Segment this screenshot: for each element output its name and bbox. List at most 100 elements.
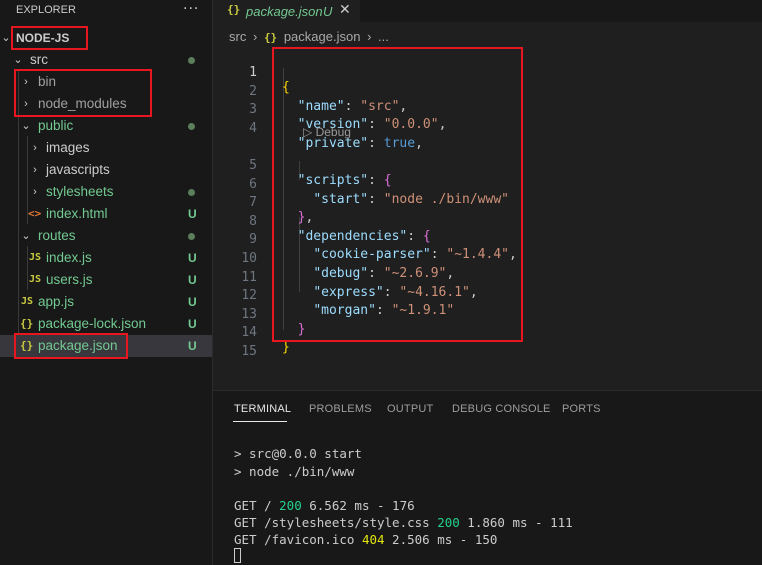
tab-label: package.json: [246, 4, 323, 19]
code-line: 15: [213, 329, 762, 359]
untracked-badge: U: [188, 273, 197, 287]
tree-item-label: src: [30, 52, 48, 67]
code-line: 11 "express": "~4.16.1",: [213, 255, 762, 300]
chevron-down-icon: ⌄: [21, 120, 31, 132]
json-file-icon: {}: [20, 317, 34, 330]
code-line: 9 "cookie-parser": "~1.4.4",: [213, 217, 762, 262]
bottom-panel: TERMINAL PROBLEMS OUTPUT DEBUG CONSOLE P…: [213, 390, 762, 565]
terminal-line: GET /favicon.ico 404 2.506 ms - 150: [234, 532, 498, 547]
code-line: 12 "morgan": "~1.9.1": [213, 273, 762, 318]
tree-item-node-modules[interactable]: › node_modules: [0, 93, 212, 115]
code-line: 7 },: [213, 180, 762, 225]
status-code: 404: [361, 532, 385, 547]
debug-codelens[interactable]: ▷ Debug: [303, 125, 351, 139]
untracked-badge: U: [188, 251, 197, 265]
terminal-line: > src@0.0.0 start: [234, 446, 362, 461]
terminal-line: > node ./bin/www: [234, 464, 355, 479]
modified-dot-icon: [188, 189, 195, 196]
tree-item-package-lock-json[interactable]: {} package-lock.json U: [0, 313, 212, 335]
chevron-right-icon: ›: [33, 142, 37, 154]
code-line: 10 "debug": "~2.6.9",: [213, 236, 762, 281]
js-file-icon: JS: [21, 296, 34, 307]
modified-dot-icon: [188, 123, 195, 130]
json-file-icon: {}: [263, 31, 278, 44]
tree-item-bin[interactable]: › bin: [0, 71, 212, 93]
breadcrumb: src › {} package.json › ...: [229, 29, 392, 47]
tree-item-label: app.js: [38, 294, 75, 309]
tree-item-label: javascripts: [46, 162, 110, 177]
more-actions-icon[interactable]: ···: [183, 1, 199, 17]
tree-item-label: users.js: [46, 272, 93, 287]
tree-item-index-html[interactable]: <> index.html U: [0, 203, 212, 225]
codelens-label: Debug: [315, 125, 351, 139]
untracked-badge: U: [188, 339, 197, 353]
untracked-badge: U: [188, 207, 197, 221]
chevron-right-icon: ›: [33, 164, 37, 176]
tab-ports[interactable]: PORTS: [562, 403, 601, 415]
tree-item-label: images: [46, 140, 90, 155]
breadcrumb-folder[interactable]: src: [229, 29, 246, 44]
code-line: 1 {: [213, 50, 762, 95]
chevron-down-icon: ⌄: [13, 54, 23, 66]
active-tab-underline: [233, 421, 287, 422]
breadcrumb-separator-icon: ›: [252, 29, 258, 44]
untracked-badge: U: [188, 317, 197, 331]
tab-output[interactable]: OUTPUT: [387, 403, 433, 415]
terminal-cursor[interactable]: [234, 548, 241, 563]
modified-dot-icon: [188, 233, 195, 240]
js-file-icon: JS: [29, 274, 42, 285]
tree-item-src[interactable]: ⌄ src: [0, 49, 212, 71]
tab-terminal[interactable]: TERMINAL: [234, 403, 291, 415]
close-icon[interactable]: ✕: [339, 2, 351, 18]
tab-status: U: [323, 4, 333, 19]
breadcrumb-more[interactable]: ...: [378, 29, 389, 44]
tree-item-label: routes: [38, 228, 76, 243]
breadcrumb-separator-icon: ›: [367, 29, 372, 44]
tree-item-routes[interactable]: ⌄ routes: [0, 225, 212, 247]
tree-item-javascripts[interactable]: › javascripts: [0, 159, 212, 181]
play-icon: ▷: [303, 125, 316, 139]
tree-item-package-json[interactable]: {} package.json U: [0, 335, 212, 357]
code-line: 5 "scripts": {: [213, 143, 762, 188]
tree-item-label: package-lock.json: [38, 316, 147, 331]
code-line: 3 "version": "0.0.0",: [213, 87, 762, 132]
json-file-icon: {}: [20, 339, 34, 352]
tree-item-app-js[interactable]: JS app.js U: [0, 291, 212, 313]
tree-item-label: bin: [38, 74, 57, 89]
chevron-down-icon: ⌄: [21, 230, 31, 242]
code-line: 4 "private": true,: [213, 106, 762, 151]
tree-item-label: NODE-JS: [16, 31, 70, 45]
terminal-line: GET /stylesheets/style.css 200 1.860 ms …: [234, 515, 573, 530]
line-number: 15: [241, 344, 257, 359]
code-line: 14 }: [213, 310, 762, 355]
tree-item-stylesheets[interactable]: › stylesheets: [0, 181, 212, 203]
modified-dot-icon: [188, 57, 195, 64]
code-line: 13 }: [213, 292, 762, 337]
tab-debug-console[interactable]: DEBUG CONSOLE: [452, 403, 551, 415]
tree-item-label: node_modules: [38, 96, 127, 111]
tree-item-public[interactable]: ⌄ public: [0, 115, 212, 137]
tree-item-label: stylesheets: [46, 184, 114, 199]
tab-problems[interactable]: PROBLEMS: [309, 403, 372, 415]
tree-item-label: index.js: [46, 250, 92, 265]
breadcrumb-file[interactable]: package.json: [284, 29, 361, 44]
tab-package-json[interactable]: {} package.json U ✕: [213, 0, 360, 22]
terminal-line: GET / 200 6.562 ms - 176: [234, 498, 415, 513]
status-code: 200: [437, 515, 460, 530]
html-file-icon: <>: [28, 207, 42, 220]
chevron-right-icon: ›: [33, 186, 37, 198]
chevron-down-icon: ⌄: [1, 32, 11, 44]
code-line: 2 "name": "src",: [213, 69, 762, 114]
code-editor[interactable]: 1 { 2 "name": "src", 3 "version": "0.0.0…: [213, 50, 762, 390]
tree-item-index-js[interactable]: JS index.js U: [0, 247, 212, 269]
explorer-sidebar: EXPLORER ··· ⌄ NODE-JS ⌄ src › bin › nod…: [0, 0, 213, 565]
code-line: 6 "start": "node ./bin/www": [213, 162, 762, 207]
js-file-icon: JS: [29, 252, 42, 263]
tree-item-images[interactable]: › images: [0, 137, 212, 159]
tree-item-label: public: [38, 118, 74, 133]
tree-item-node-js[interactable]: ⌄ NODE-JS: [0, 27, 212, 49]
tree-item-users-js[interactable]: JS users.js U: [0, 269, 212, 291]
status-code: 200: [279, 498, 302, 513]
untracked-badge: U: [188, 295, 197, 309]
editor-tab-bar: {} package.json U ✕: [213, 0, 762, 22]
